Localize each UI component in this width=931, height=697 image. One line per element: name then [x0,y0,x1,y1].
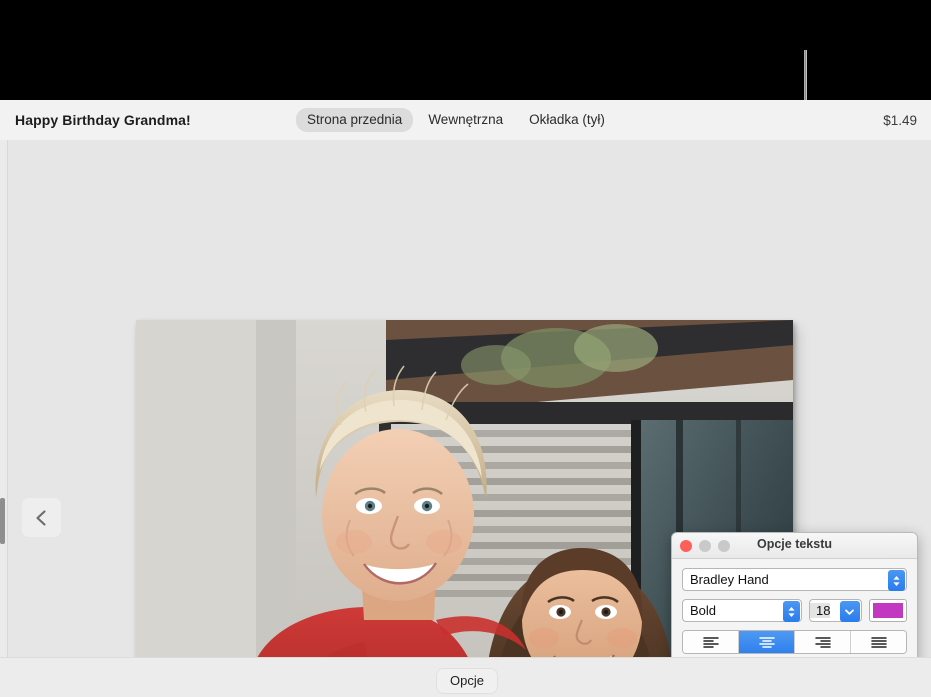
font-style-row: Bold 18 [682,599,907,622]
scrollbar-thumb[interactable] [0,498,5,544]
chevron-left-icon [35,509,48,527]
top-black-area [0,0,931,100]
back-button[interactable] [22,498,61,537]
align-right-button[interactable] [795,631,851,653]
horizontal-align-group [682,630,907,654]
price-label: $1.49 [883,113,917,128]
font-style-value: Bold [683,603,716,618]
tab-back-cover[interactable]: Okładka (tył) [518,108,616,132]
font-family-select[interactable]: Bradley Hand [682,568,907,591]
tab-inside[interactable]: Wewnętrzna [417,108,514,132]
font-size-value[interactable]: 18 [810,603,830,618]
app-window: Happy Birthday Grandma! Strona przednia … [0,0,931,697]
font-style-select[interactable]: Bold [682,599,802,622]
font-family-row: Bradley Hand [682,568,907,591]
document-title: Happy Birthday Grandma! [15,112,191,128]
font-family-value: Bradley Hand [683,572,769,587]
horizontal-align-row [682,630,907,654]
options-button[interactable]: Opcje [437,669,497,693]
font-size-field[interactable]: 18 [809,599,862,622]
card-side-tabs: Strona przednia Wewnętrzna Okładka (tył) [296,108,616,132]
header-bar: Happy Birthday Grandma! Strona przednia … [0,100,931,141]
font-family-stepper-icon[interactable] [888,570,905,591]
canvas-area: HAPPY BIRTHDAY GRANDMA Opcje tekstu Brad… [0,140,931,657]
tab-front-page[interactable]: Strona przednia [296,108,413,132]
text-color-swatch[interactable] [869,599,907,622]
left-edge-strip [0,140,8,657]
align-justify-button[interactable] [851,631,906,653]
panel-titlebar[interactable]: Opcje tekstu [672,533,917,559]
text-color-fill [873,603,903,618]
font-size-dropdown-icon[interactable] [840,601,860,622]
align-left-button[interactable] [683,631,739,653]
panel-title: Opcje tekstu [672,537,917,551]
align-center-button[interactable] [739,631,795,653]
font-style-stepper-icon[interactable] [783,601,800,622]
